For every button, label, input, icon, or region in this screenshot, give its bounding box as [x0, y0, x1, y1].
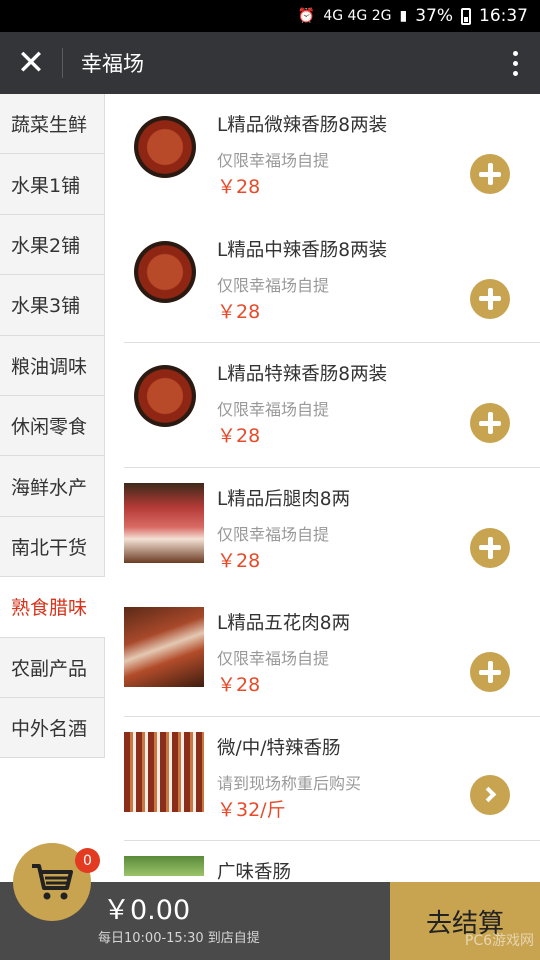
- add-to-cart-button[interactable]: [470, 154, 510, 194]
- more-dot-icon: [512, 70, 518, 76]
- product-name: L精品五花肉8两: [217, 613, 351, 634]
- product-list: L精品微辣香肠8两装 仅限幸福场自提 ￥28 L精品中辣香肠8两装 仅限幸福场自…: [105, 94, 540, 882]
- plus-icon-bar: [487, 536, 493, 559]
- product-note: 请到现场称重后购买: [217, 773, 362, 793]
- sidebar-item-dry-goods[interactable]: 南北干货: [0, 516, 105, 578]
- product-price: ￥28: [217, 176, 261, 198]
- plus-icon-bar: [487, 163, 493, 185]
- view-detail-button[interactable]: [470, 774, 510, 815]
- shopping-cart-icon: [32, 864, 73, 900]
- sidebar-item-cured-meat[interactable]: 熟食腊味: [0, 577, 105, 638]
- cart-total: ￥0.00: [103, 895, 191, 926]
- page-title: 幸福场: [81, 52, 144, 76]
- sidebar-item-fruit-2[interactable]: 水果2铺: [0, 214, 105, 276]
- product-item[interactable]: L精品五花肉8两 仅限幸福场自提 ￥28: [124, 592, 540, 717]
- sidebar-item-liquor[interactable]: 中外名酒: [0, 697, 105, 759]
- plus-icon-bar: [487, 661, 493, 683]
- product-price: ￥32/斤: [217, 798, 286, 821]
- more-dot-icon: [512, 50, 518, 56]
- clock: 16:37: [479, 6, 528, 26]
- product-image: [124, 607, 204, 687]
- add-to-cart-button[interactable]: [470, 278, 510, 319]
- product-price: ￥28: [217, 425, 261, 447]
- plus-icon-bar: [487, 287, 493, 310]
- category-sidebar: 蔬菜生鲜 水果1铺 水果2铺 水果3铺 粮油调味 休闲零食 海鲜水产 南北干货 …: [0, 94, 105, 759]
- signal-icon: ▮: [399, 8, 408, 24]
- add-to-cart-button[interactable]: [470, 652, 510, 692]
- network-indicator: 4G 4G 2G: [323, 8, 392, 24]
- plus-icon-bar: [487, 412, 493, 434]
- product-name: L精品中辣香肠8两装: [217, 239, 388, 261]
- product-item[interactable]: 广味香肠: [124, 841, 540, 882]
- title-divider: [62, 48, 63, 78]
- close-icon: ✕: [16, 43, 46, 83]
- product-note: 仅限幸福场自提: [217, 275, 330, 295]
- product-image: [124, 731, 204, 812]
- chevron-right-icon: [480, 786, 496, 803]
- title-bar: ✕ 幸福场: [0, 32, 540, 94]
- cart-count-badge: 0: [75, 848, 100, 873]
- product-item[interactable]: L精品后腿肉8两 仅限幸福场自提 ￥28: [124, 468, 540, 593]
- product-name: L精品后腿肉8两: [217, 488, 351, 510]
- product-price: ￥28: [217, 674, 261, 696]
- sidebar-item-grain-oil[interactable]: 粮油调味: [0, 335, 105, 396]
- more-menu-button[interactable]: [490, 32, 540, 94]
- more-dot-icon: [512, 60, 518, 66]
- product-image: [124, 856, 204, 876]
- product-item[interactable]: L精品微辣香肠8两装 仅限幸福场自提 ￥28: [124, 94, 540, 219]
- watermark: PC6游戏网: [464, 933, 534, 949]
- sidebar-item-vegetables[interactable]: 蔬菜生鲜: [0, 94, 105, 155]
- alarm-icon: ⏰: [297, 8, 316, 24]
- product-note: 仅限幸福场自提: [217, 649, 330, 668]
- product-item[interactable]: 微/中/特辣香肠 请到现场称重后购买 ￥32/斤: [124, 717, 540, 841]
- product-image: [124, 482, 204, 563]
- battery-icon: [461, 7, 471, 25]
- product-price: ￥28: [217, 549, 261, 572]
- sidebar-item-seafood[interactable]: 海鲜水产: [0, 456, 105, 517]
- product-item[interactable]: L精品中辣香肠8两装 仅限幸福场自提 ￥28: [124, 219, 540, 343]
- product-image: [134, 116, 196, 178]
- product-image: [134, 365, 196, 427]
- sidebar-item-snacks[interactable]: 休闲零食: [0, 395, 105, 457]
- add-to-cart-button[interactable]: [470, 403, 510, 443]
- sidebar-item-fruit-3[interactable]: 水果3铺: [0, 275, 105, 336]
- status-bar: ⏰ 4G 4G 2G ▮ 37% 16:37: [0, 0, 540, 32]
- sidebar-item-fruit-1[interactable]: 水果1铺: [0, 154, 105, 215]
- product-name: 广味香肠: [217, 862, 292, 882]
- product-note: 仅限幸福场自提: [217, 151, 330, 170]
- product-name: L精品特辣香肠8两装: [217, 364, 388, 385]
- pickup-hours: 每日10:00-15:30 到店自提: [98, 931, 260, 946]
- product-note: 仅限幸福场自提: [217, 400, 330, 419]
- product-note: 仅限幸福场自提: [217, 524, 330, 544]
- product-name: L精品微辣香肠8两装: [217, 115, 388, 136]
- sidebar-item-farm-products[interactable]: 农副产品: [0, 637, 105, 698]
- add-to-cart-button[interactable]: [470, 527, 510, 568]
- battery-percent: 37%: [415, 6, 453, 26]
- product-price: ￥28: [217, 300, 261, 323]
- product-item[interactable]: L精品特辣香肠8两装 仅限幸福场自提 ￥28: [124, 343, 540, 468]
- product-name: 微/中/特辣香肠: [217, 737, 341, 759]
- close-button[interactable]: ✕: [0, 32, 62, 94]
- product-image: [134, 240, 196, 303]
